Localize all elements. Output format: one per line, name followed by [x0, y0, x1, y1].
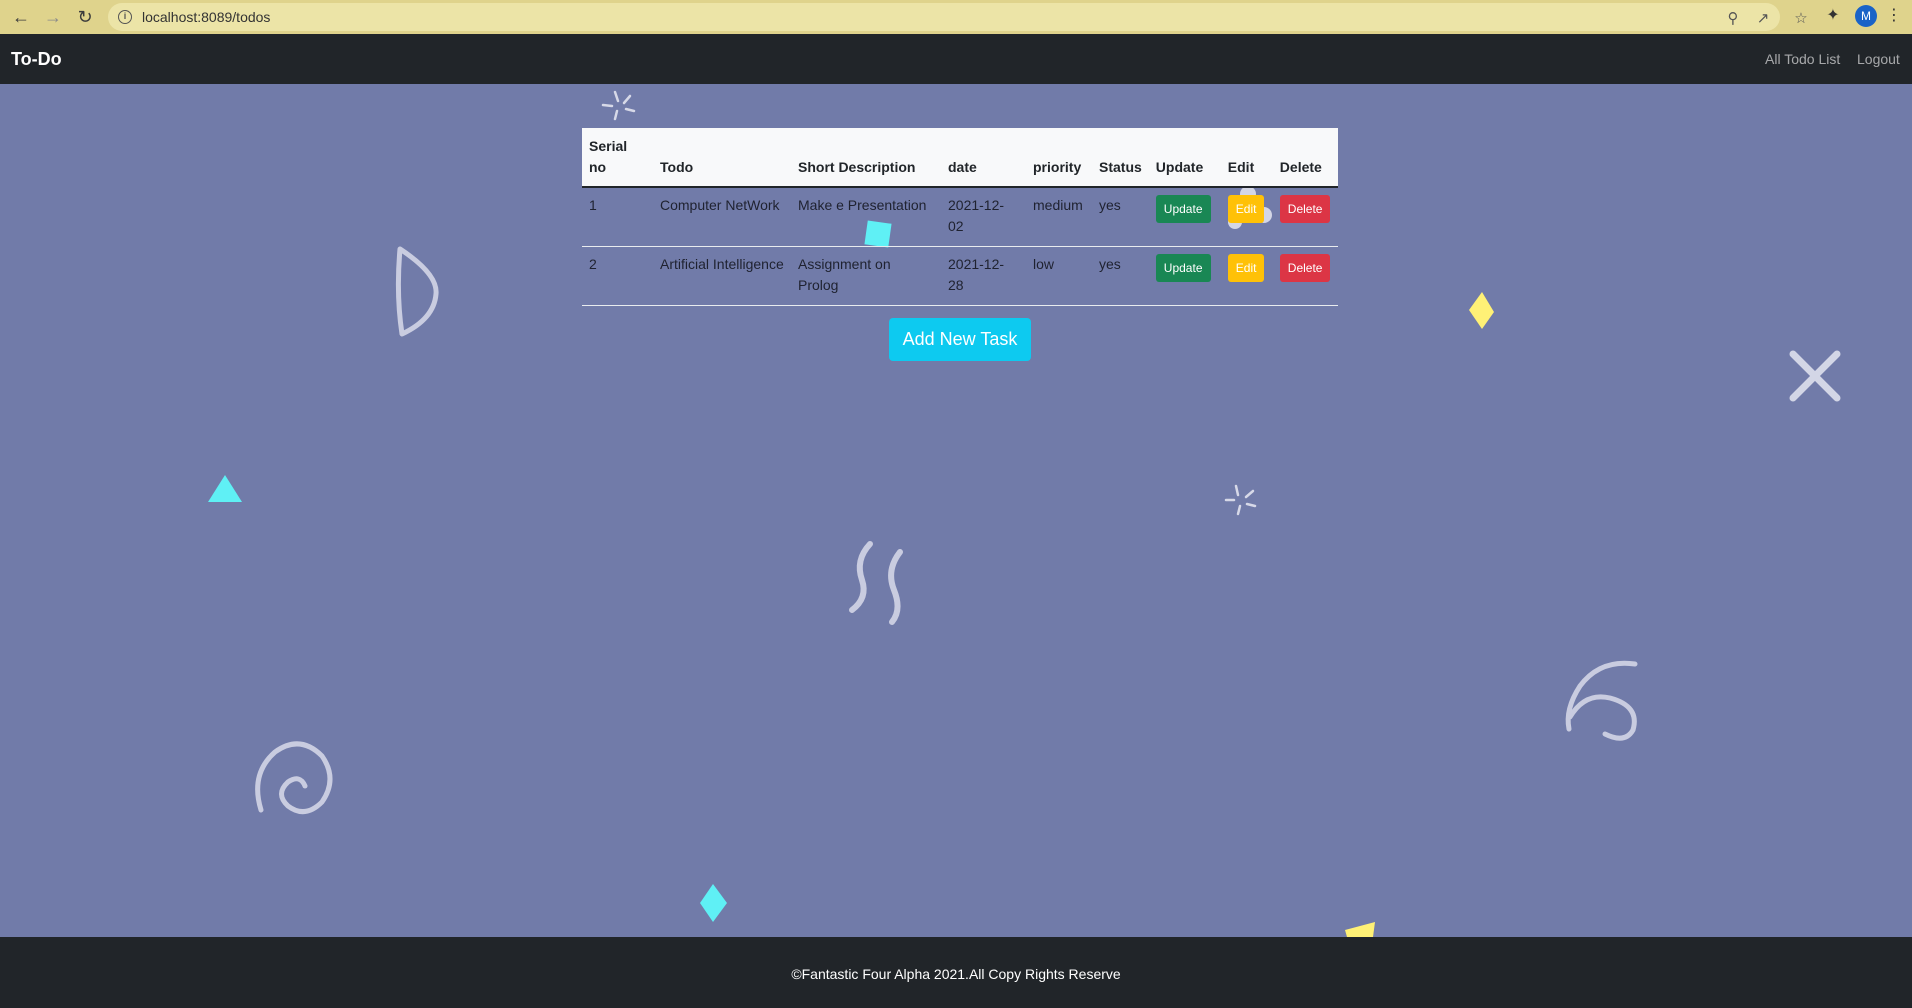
- browser-toolbar: ← → ↻ i localhost:8089/todos ⚲ ↗ ☆ ✦ M ⋮: [0, 0, 1912, 34]
- delete-button[interactable]: Delete: [1279, 253, 1331, 282]
- sparkle-icon: [601, 90, 636, 121]
- todo-table: Serial no Todo Short Description date pr…: [582, 128, 1338, 306]
- diamond-shape: [1469, 292, 1494, 329]
- todo-table-container: Serial no Todo Short Description date pr…: [582, 128, 1338, 306]
- edit-button[interactable]: Edit: [1227, 253, 1265, 282]
- menu-icon[interactable]: ⋮: [1886, 5, 1902, 25]
- app-navbar: To-Do All Todo List Logout: [0, 34, 1912, 84]
- squiggle-shape: [888, 549, 903, 625]
- sparkle-icon: [1224, 484, 1257, 516]
- delete-cell: Delete: [1272, 246, 1338, 306]
- info-icon[interactable]: i: [118, 10, 132, 24]
- share-icon[interactable]: ↗: [1754, 9, 1772, 27]
- nav-link-logout[interactable]: Logout: [1857, 51, 1900, 67]
- zoom-icon[interactable]: ⚲: [1724, 9, 1742, 27]
- column-header-todo: Todo: [653, 128, 791, 188]
- column-header-delete: Delete: [1272, 128, 1338, 188]
- priority-cell: medium: [1026, 187, 1092, 247]
- triangle-shape: [208, 475, 242, 502]
- column-header-description: Short Description: [791, 128, 941, 188]
- status-cell: yes: [1092, 246, 1149, 306]
- status-cell: yes: [1092, 187, 1149, 247]
- star-icon[interactable]: ☆: [1792, 9, 1810, 27]
- half-moon-shape: [395, 246, 439, 337]
- footer-copyright: ©Fantastic Four Alpha 2021.All Copy Righ…: [791, 966, 1121, 982]
- table-row: 1 Computer NetWork Make e Presentation 2…: [582, 187, 1338, 247]
- priority-cell: low: [1026, 246, 1092, 306]
- table-header-row: Serial no Todo Short Description date pr…: [582, 128, 1338, 188]
- date-cell: 2021-12-28: [941, 246, 1026, 306]
- delete-cell: Delete: [1272, 187, 1338, 247]
- column-header-priority: priority: [1026, 128, 1092, 188]
- serial-cell: 1: [582, 187, 653, 247]
- brand-logo[interactable]: To-Do: [11, 49, 62, 70]
- edit-cell: Edit: [1220, 187, 1273, 247]
- back-icon[interactable]: ←: [9, 5, 33, 29]
- column-header-date: date: [941, 128, 1026, 188]
- spiral-shape: [255, 741, 333, 815]
- footer: ©Fantastic Four Alpha 2021.All Copy Righ…: [0, 937, 1912, 1008]
- update-button[interactable]: Update: [1155, 253, 1211, 282]
- reload-icon[interactable]: ↻: [73, 5, 97, 29]
- column-header-status: Status: [1092, 128, 1149, 188]
- extensions-icon[interactable]: ✦: [1822, 5, 1844, 25]
- column-header-update: Update: [1148, 128, 1221, 188]
- description-cell: Assignment on Prolog: [791, 246, 941, 306]
- update-button[interactable]: Update: [1155, 195, 1211, 223]
- delete-button[interactable]: Delete: [1279, 195, 1331, 223]
- avatar[interactable]: M: [1855, 5, 1877, 27]
- diamond-shape: [700, 884, 727, 922]
- edit-cell: Edit: [1220, 246, 1273, 306]
- edit-button[interactable]: Edit: [1227, 195, 1265, 223]
- add-new-task-button[interactable]: Add New Task: [889, 318, 1031, 361]
- address-bar[interactable]: i localhost:8089/todos ⚲ ↗ ☆: [108, 3, 1808, 31]
- url-text[interactable]: localhost:8089/todos: [142, 9, 270, 25]
- x-shape: [1789, 350, 1841, 402]
- table-row: 2 Artificial Intelligence Assignment on …: [582, 246, 1338, 306]
- serial-cell: 2: [582, 246, 653, 306]
- forward-icon[interactable]: →: [41, 5, 65, 29]
- nav-link-all-todo-list[interactable]: All Todo List: [1765, 51, 1840, 67]
- todo-cell: Artificial Intelligence: [653, 246, 791, 306]
- spiral-shape: [1565, 660, 1638, 741]
- triangle-shape: [1345, 922, 1375, 937]
- squiggle-shape: [849, 541, 873, 613]
- description-cell: Make e Presentation: [791, 187, 941, 247]
- todo-cell: Computer NetWork: [653, 187, 791, 247]
- date-cell: 2021-12-02: [941, 187, 1026, 247]
- column-header-edit: Edit: [1220, 128, 1273, 188]
- column-header-serial: Serial no: [582, 128, 653, 188]
- update-cell: Update: [1148, 187, 1221, 247]
- update-cell: Update: [1148, 246, 1221, 306]
